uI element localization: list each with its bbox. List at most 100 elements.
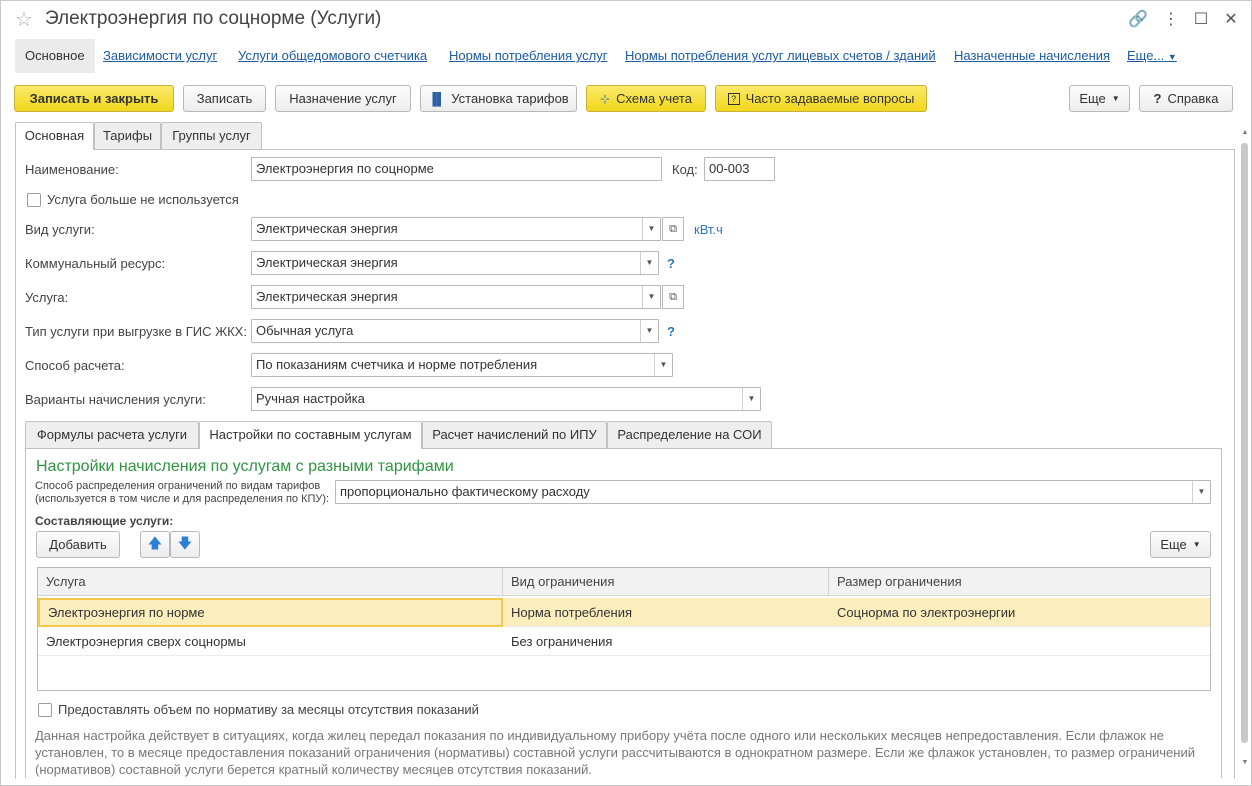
tab-composite-settings[interactable]: Настройки по составным услугам [199,421,422,449]
nav-account-norms[interactable]: Нормы потребления услуг лицевых счетов /… [625,39,936,73]
method-select[interactable]: По показаниям счетчика и норме потреблен… [251,353,673,377]
nav-service-dependencies[interactable]: Зависимости услуг [103,39,217,73]
arrow-down-icon: 🡇 [177,534,193,551]
more-menu-icon[interactable]: ⋮ [1161,9,1181,29]
title-bar: ☆ Электроэнергия по соцнорме (Услуги) 🔗 … [1,1,1251,37]
chevron-down-icon[interactable]: ▼ [640,320,658,342]
more-label: Еще [1079,91,1106,106]
scroll-thumb[interactable] [1241,143,1248,743]
kind-select[interactable]: Электрическая энергия ▼ [251,217,661,241]
kind-value: Электрическая энергия [256,221,398,236]
column-header-service[interactable]: Услуга [38,568,503,596]
unit-link[interactable]: кВт.ч [694,222,723,237]
table-cell-limit-size[interactable]: Соцнорма по электроэнергии [829,598,1210,627]
name-input[interactable]: Электроэнергия по соцнорме [251,157,662,181]
resource-label: Коммунальный ресурс: [25,256,166,271]
scroll-down-icon[interactable]: ▼ [1240,759,1250,766]
scroll-up-icon[interactable]: ▲ [1240,129,1250,136]
table-cell-service[interactable]: Электроэнергия по норме [38,598,503,627]
resource-value: Электрическая энергия [256,255,398,270]
table-cell-service[interactable]: Электроэнергия сверх соцнормы [38,627,503,656]
tab-soi-distribution[interactable]: Распределение на СОИ [607,421,772,448]
help-question-icon: ? [1153,91,1162,106]
close-icon[interactable]: ✕ [1221,9,1241,29]
tab-service-groups[interactable]: Группы услуг [161,122,262,149]
table-cell-limit-size[interactable] [829,627,1210,656]
distribution-value: пропорционально фактическому расходу [340,484,590,499]
method-label: Способ расчета: [25,358,125,373]
table-header: Услуга Вид ограничения Размер ограничени… [38,568,1210,596]
maximize-icon[interactable]: ☐ [1191,9,1211,29]
assign-services-button[interactable]: Назначение услуг [275,85,411,112]
resource-help-icon[interactable]: ? [667,256,675,271]
favorite-star-icon[interactable]: ☆ [15,7,33,32]
settings-note: Данная настройка действует в ситуациях, … [35,728,1195,777]
column-header-limit-type[interactable]: Вид ограничения [503,568,829,596]
tab-main[interactable]: Основная [15,122,94,150]
nav-more[interactable]: Еще... ▼ [1127,39,1177,73]
assign-services-label: Назначение услуг [289,91,397,106]
tab-tariffs[interactable]: Тарифы [94,122,161,149]
chevron-down-icon[interactable]: ▼ [1192,481,1210,503]
column-header-limit-size[interactable]: Размер ограничения [829,568,1210,596]
chevron-down-icon[interactable]: ▼ [640,252,658,274]
chevron-down-icon[interactable]: ▼ [742,388,760,410]
service-select[interactable]: Электрическая энергия ▼ [251,285,661,309]
kind-label: Вид услуги: [25,222,95,237]
nav-consumption-norms[interactable]: Нормы потребления услуг [449,39,607,73]
gis-type-label: Тип услуги при выгрузке в ГИС ЖКХ: [25,324,247,339]
table-cell-limit-type[interactable]: Без ограничения [503,627,829,656]
chevron-down-icon: ▼ [1111,94,1120,103]
save-button[interactable]: Записать [183,85,266,112]
unused-label: Услуга больше не используется [47,192,239,207]
service-value: Электрическая энергия [256,289,398,304]
move-down-button[interactable]: 🡇 [170,531,200,558]
tab-ipu-calc[interactable]: Расчет начислений по ИПУ [422,421,607,448]
code-input[interactable]: 00-003 [704,157,775,181]
vertical-scrollbar[interactable]: ▲ ▼ [1239,129,1251,774]
resource-select[interactable]: Электрическая энергия ▼ [251,251,659,275]
set-tariffs-button[interactable]: ▐▌ Установка тарифов [420,85,577,112]
distribution-select[interactable]: пропорционально фактическому расходу ▼ [335,480,1211,504]
nav-bar: Основное Зависимости услуг Услуги общедо… [1,39,1251,73]
nav-common-meter-services[interactable]: Услуги общедомового счетчика [238,39,427,73]
tab-formulas[interactable]: Формулы расчета услуги [25,421,199,448]
bar-chart-icon: ▐▌ [428,91,446,106]
method-value: По показаниям счетчика и норме потреблен… [256,357,538,372]
provide-volume-checkbox[interactable] [38,703,52,717]
service-form-window: ☆ Электроэнергия по соцнорме (Услуги) 🔗 … [0,0,1252,786]
open-service-icon[interactable]: ⧉ [662,285,684,309]
chevron-down-icon[interactable]: ▼ [642,218,660,240]
components-more-button[interactable]: Еще ▼ [1150,531,1211,558]
chevron-down-icon: ▼ [1167,52,1177,62]
chevron-down-icon[interactable]: ▼ [642,286,660,308]
name-label: Наименование: [25,162,119,177]
table-row[interactable]: Электроэнергия сверх соцнормы Без ограни… [38,627,1210,656]
table-row[interactable]: Электроэнергия по норме Норма потреблени… [38,598,1210,627]
save-label: Записать [196,91,253,106]
faq-label: Часто задаваемые вопросы [745,91,915,106]
more-button[interactable]: Еще ▼ [1069,85,1130,112]
add-component-button[interactable]: Добавить [36,531,120,558]
table-cell-limit-type[interactable]: Норма потребления [503,598,829,627]
accounting-scheme-label: Схема учета [616,91,692,106]
open-kind-icon[interactable]: ⧉ [662,217,684,241]
faq-button[interactable]: ? Часто задаваемые вопросы [715,85,927,112]
save-and-close-button[interactable]: Записать и закрыть [14,85,174,112]
code-label: Код: [672,162,698,177]
gis-type-select[interactable]: Обычная услуга ▼ [251,319,659,343]
nav-main[interactable]: Основное [15,39,95,73]
provide-volume-label: Предоставлять объем по нормативу за меся… [58,702,479,717]
link-icon[interactable]: 🔗 [1128,9,1148,29]
chevron-down-icon[interactable]: ▼ [654,354,672,376]
move-up-button[interactable]: 🡅 [140,531,170,558]
help-button[interactable]: ? Справка [1139,85,1233,112]
unused-checkbox[interactable] [27,193,41,207]
window-title: Электроэнергия по соцнорме (Услуги) [45,8,382,29]
nav-more-label: Еще... [1127,48,1165,63]
variants-select[interactable]: Ручная настройка ▼ [251,387,761,411]
nav-assigned-charges[interactable]: Назначенные начисления [954,39,1110,73]
components-label: Составляющие услуги: [35,514,174,528]
accounting-scheme-button[interactable]: ⊹ Схема учета [586,85,706,112]
gis-help-icon[interactable]: ? [667,324,675,339]
